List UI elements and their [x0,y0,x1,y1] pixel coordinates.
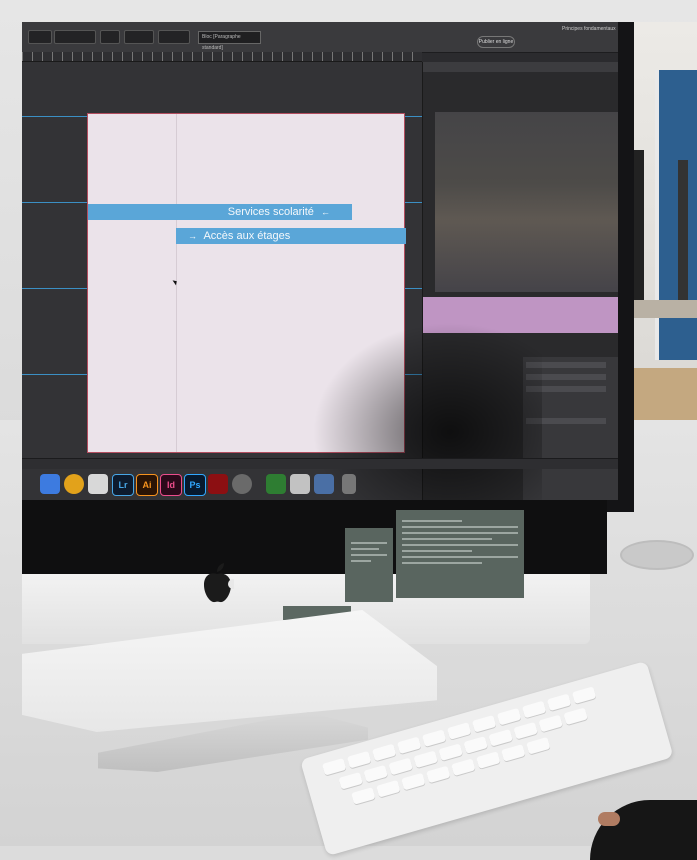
keyboard-key[interactable] [401,772,426,791]
keyboard-key[interactable] [571,686,597,704]
keyboard-key[interactable] [521,700,547,719]
keyboard-key[interactable] [488,729,513,747]
keyboard-key[interactable] [371,743,397,762]
keyboard-key[interactable] [446,722,472,740]
banner-acces-etages[interactable]: → Accès aux étages [176,228,406,244]
keyboard-key[interactable] [513,721,538,740]
keyboard-key[interactable] [476,751,501,769]
keyboard-key[interactable] [501,744,526,762]
keyboard-key[interactable] [426,765,451,784]
keyboard-key[interactable] [351,787,376,805]
publish-online-button[interactable]: Publier en ligne [477,36,515,48]
lightroom-icon[interactable]: Lr [112,474,134,496]
banner-services-scolarite[interactable]: Services scolarité ← [88,204,352,220]
person-hand [598,812,620,826]
size-field[interactable] [158,30,190,44]
keyboard-key[interactable] [421,729,447,747]
banner-text: Accès aux étages [203,230,291,242]
keyboard-key[interactable] [438,743,463,761]
status-bar [22,458,618,469]
keyboard-key[interactable] [321,758,347,776]
spec-sticker [345,528,393,602]
keyboard-key[interactable] [413,750,438,769]
toolbar-control[interactable] [28,30,52,44]
keyboard-key[interactable] [346,750,372,769]
keyboard-key[interactable] [338,772,363,790]
panel-tabs[interactable] [423,62,618,72]
arrow-left-icon: ← [321,207,330,217]
desk-cable-port [620,540,694,570]
toolbar-control[interactable] [100,30,120,44]
stroke-weight-field[interactable] [54,30,96,44]
acrobat-icon[interactable] [208,474,228,494]
illustrator-icon[interactable]: Ai [136,474,158,496]
workspace-label[interactable]: Principes fondamentaux [562,26,616,32]
photos-icon[interactable] [314,474,334,494]
keyboard-key[interactable] [463,736,488,754]
window-reflection [435,112,618,292]
utility-icon[interactable] [232,474,252,494]
toolbar-control[interactable] [124,30,154,44]
keyboard-key[interactable] [538,714,563,733]
chrome-icon[interactable] [64,474,84,494]
app-control-bar: Bloc [Paragraphe standard] Publier en li… [22,22,618,53]
keyboard-key[interactable] [496,707,522,726]
apple-logo-icon [204,563,234,603]
photoshop-icon[interactable]: Ps [184,474,206,496]
indesign-icon[interactable]: Id [160,474,182,496]
preview-icon[interactable] [290,474,310,494]
keyboard-key[interactable] [526,736,551,755]
horizontal-ruler [22,52,422,62]
keyboard-key[interactable] [546,693,572,712]
info-sticker [396,510,524,598]
trash-icon[interactable] [342,474,356,494]
finder-icon[interactable] [40,474,60,494]
imac-screen: Bloc [Paragraphe standard] Publier en li… [22,22,618,500]
keyboard-key[interactable] [388,757,413,776]
equipment-stand-2 [678,160,688,300]
macos-dock: Lr Ai Id Ps [40,470,356,500]
keyboard-key[interactable] [563,707,588,726]
keyboard-key[interactable] [396,736,422,755]
keyboard-key[interactable] [451,758,476,777]
keyboard-key[interactable] [376,779,401,798]
keyboard-key[interactable] [363,764,388,783]
paragraph-style-dropdown[interactable]: Bloc [Paragraphe standard] [198,31,261,51]
charts-icon[interactable] [266,474,286,494]
keyboard-key[interactable] [471,715,497,733]
arrow-right-icon: → [188,231,197,241]
notes-icon[interactable] [88,474,108,494]
banner-text: Services scolarité [227,206,314,218]
